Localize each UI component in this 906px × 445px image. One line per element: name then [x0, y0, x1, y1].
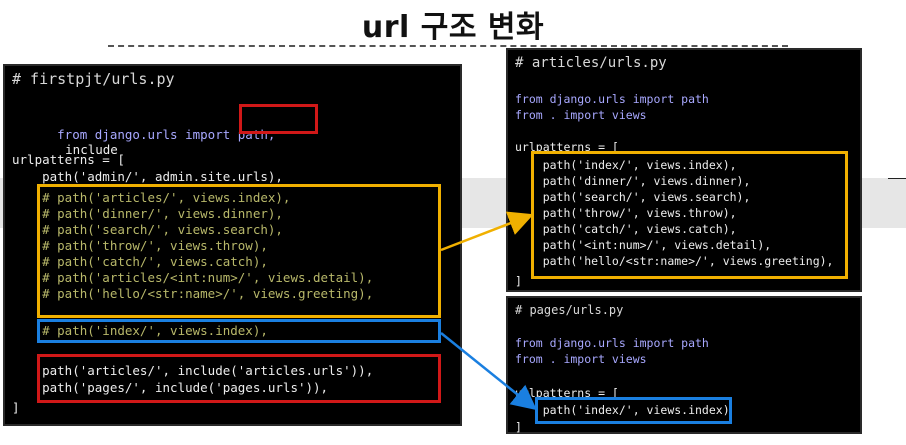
blue-arrow — [440, 332, 537, 411]
yellow-arrow — [440, 211, 534, 252]
connector-arrows — [440, 211, 537, 411]
